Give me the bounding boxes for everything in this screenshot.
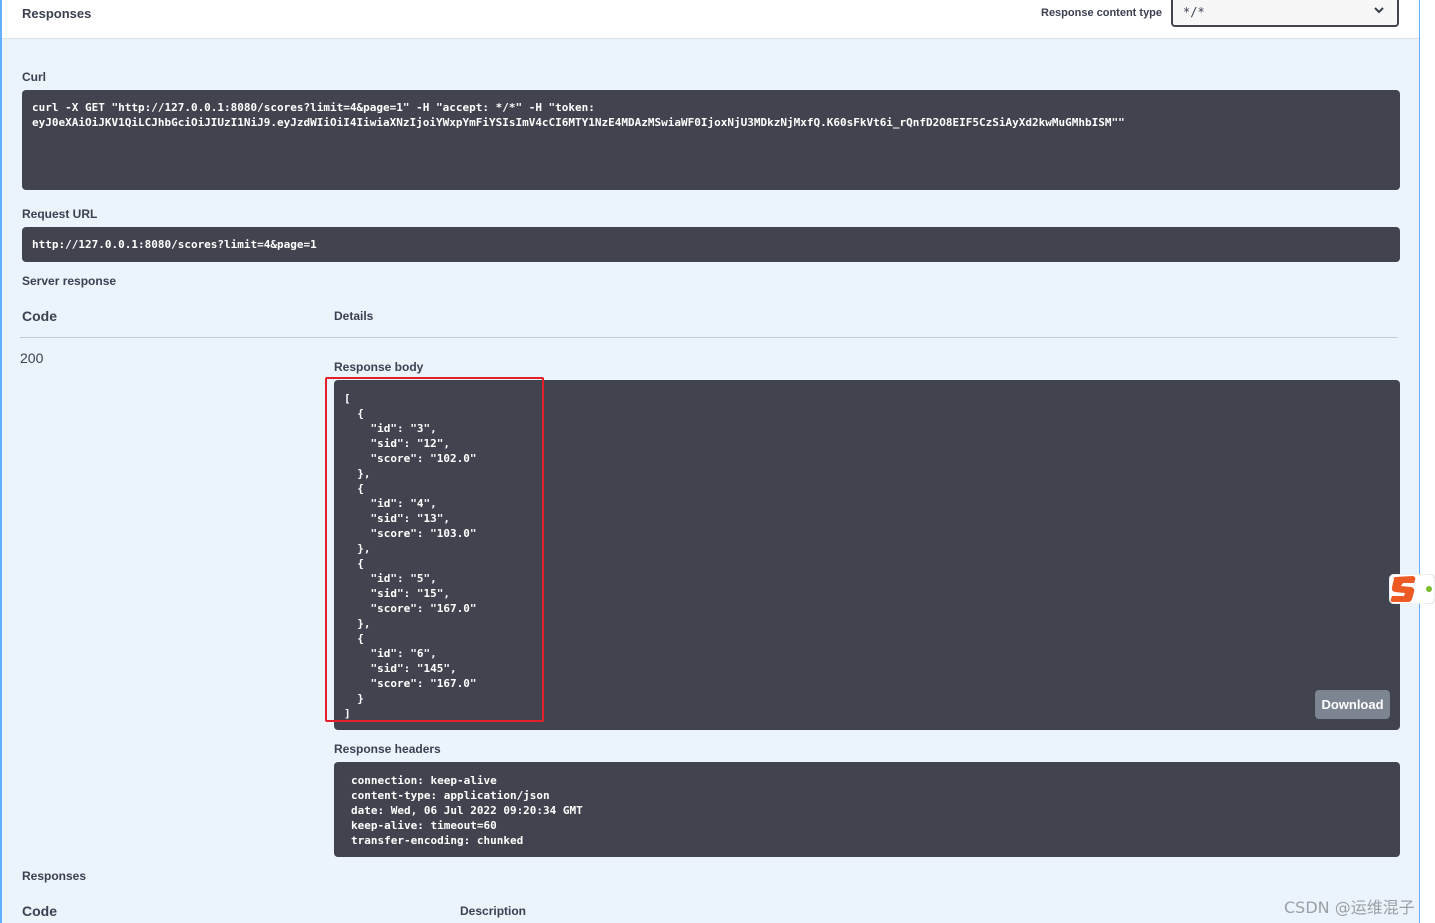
responses-header-bar: Responses Response content type */*: [2, 0, 1419, 39]
curl-label: Curl: [22, 70, 46, 84]
response-headers[interactable]: connection: keep-alive content-type: app…: [334, 762, 1400, 857]
response-code: 200: [20, 350, 44, 366]
content-type-value: */*: [1183, 5, 1205, 19]
responses-column-code: Code: [22, 903, 57, 919]
response-body-label: Response body: [334, 360, 424, 374]
annotation-highlight-box: [325, 377, 544, 722]
csdn-watermark: CSDN @运维混子: [1284, 898, 1415, 917]
responses-section-label: Responses: [22, 869, 87, 883]
sogou-ime-icon[interactable]: [1389, 574, 1435, 604]
content-type-label: Response content type: [1041, 7, 1163, 19]
request-url-value[interactable]: http://127.0.0.1:8080/scores?limit=4&pag…: [22, 227, 1400, 262]
responses-title: Responses: [22, 6, 92, 21]
server-response-label: Server response: [22, 274, 117, 288]
column-details: Details: [334, 309, 374, 323]
column-code: Code: [22, 308, 57, 324]
download-button[interactable]: Download: [1315, 690, 1390, 719]
request-url-label: Request URL: [22, 207, 98, 221]
content-type-select[interactable]: */*: [1171, 0, 1399, 27]
response-headers-label: Response headers: [334, 742, 441, 756]
curl-command[interactable]: curl -X GET "http://127.0.0.1:8080/score…: [22, 90, 1400, 190]
responses-column-description: Description: [460, 904, 527, 918]
chevron-down-icon: [1374, 7, 1384, 14]
table-divider: [20, 337, 1398, 338]
